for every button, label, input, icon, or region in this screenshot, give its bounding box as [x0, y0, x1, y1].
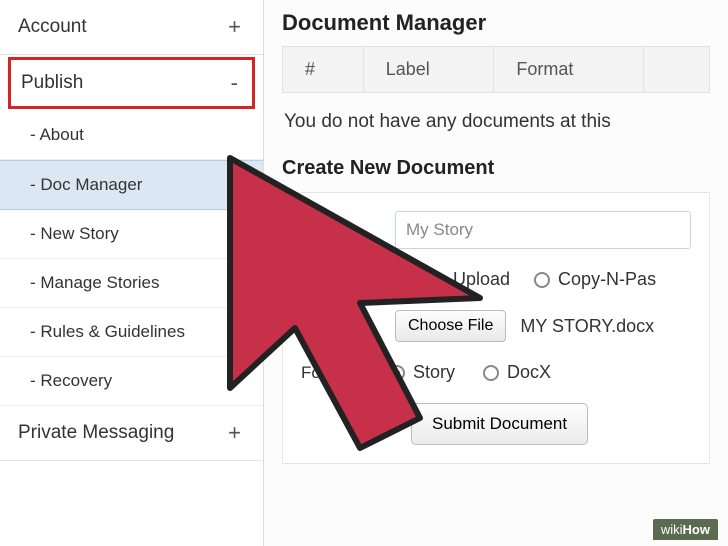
- radio-format-docx[interactable]: [483, 365, 499, 381]
- radio-copy-paste[interactable]: [534, 272, 550, 288]
- radio-file-upload[interactable]: [395, 272, 411, 288]
- empty-message: You do not have any documents at this: [282, 93, 710, 157]
- main-panel: Document Manager # Label Format You do n…: [264, 0, 728, 546]
- method-upload-label: File Upload: [419, 269, 510, 290]
- sidebar-section-publish[interactable]: Publish -: [8, 57, 255, 109]
- col-num[interactable]: #: [283, 47, 364, 93]
- radio-format-story[interactable]: [389, 365, 405, 381]
- sidebar-item-label: - Rules & Guidelines: [30, 322, 185, 341]
- sidebar-item-label: - New Story: [30, 224, 119, 243]
- watermark-suffix: How: [683, 522, 710, 537]
- plus-icon: +: [228, 420, 245, 446]
- col-extra: [643, 47, 709, 93]
- account-label: Account: [18, 16, 87, 38]
- minus-icon: -: [231, 70, 242, 96]
- sidebar-item-label: - Manage Stories: [30, 273, 159, 292]
- create-document-form: Label: File Upload Copy-N-Pas Choose Fil…: [282, 192, 710, 464]
- sidebar-section-account[interactable]: Account +: [0, 0, 263, 55]
- watermark-prefix: wiki: [661, 522, 683, 537]
- format-docx-label: DocX: [507, 362, 551, 383]
- private-messaging-label: Private Messaging: [18, 422, 174, 444]
- col-format[interactable]: Format: [494, 47, 644, 93]
- wikihow-watermark: wikiHow: [653, 519, 718, 540]
- choose-file-button[interactable]: Choose File: [395, 310, 506, 342]
- publish-submenu: - About - Doc Manager - New Story - Mana…: [0, 111, 263, 406]
- create-title: Create New Document: [282, 157, 710, 180]
- chosen-filename: MY STORY.docx: [520, 316, 654, 337]
- sidebar-item-rules-guidelines[interactable]: - Rules & Guidelines: [0, 308, 263, 357]
- sidebar-item-manage-stories[interactable]: - Manage Stories: [0, 259, 263, 308]
- sidebar-item-label: - About: [30, 125, 84, 144]
- table-header-row: # Label Format: [283, 47, 710, 93]
- format-story-label: Story: [413, 362, 455, 383]
- plus-icon: +: [228, 14, 245, 40]
- sidebar-item-label: - Recovery: [30, 371, 112, 390]
- submit-document-button[interactable]: Submit Document: [411, 403, 588, 445]
- sidebar-item-new-story[interactable]: - New Story: [0, 210, 263, 259]
- sidebar: Account + Publish - - About - Doc Manage…: [0, 0, 264, 546]
- page-title: Document Manager: [282, 10, 710, 36]
- format-field-label: Format:: [301, 363, 381, 383]
- sidebar-item-doc-manager[interactable]: - Doc Manager: [0, 160, 263, 210]
- publish-label: Publish: [21, 72, 83, 94]
- method-copy-label: Copy-N-Pas: [558, 269, 656, 290]
- documents-table: # Label Format: [282, 46, 710, 93]
- sidebar-section-private-messaging[interactable]: Private Messaging +: [0, 406, 263, 461]
- label-input[interactable]: [395, 211, 691, 249]
- sidebar-item-about[interactable]: - About: [0, 111, 263, 160]
- sidebar-item-recovery[interactable]: - Recovery: [0, 357, 263, 406]
- sidebar-item-label: - Doc Manager: [30, 175, 142, 194]
- label-field-label: Label:: [301, 220, 381, 240]
- col-label[interactable]: Label: [363, 47, 494, 93]
